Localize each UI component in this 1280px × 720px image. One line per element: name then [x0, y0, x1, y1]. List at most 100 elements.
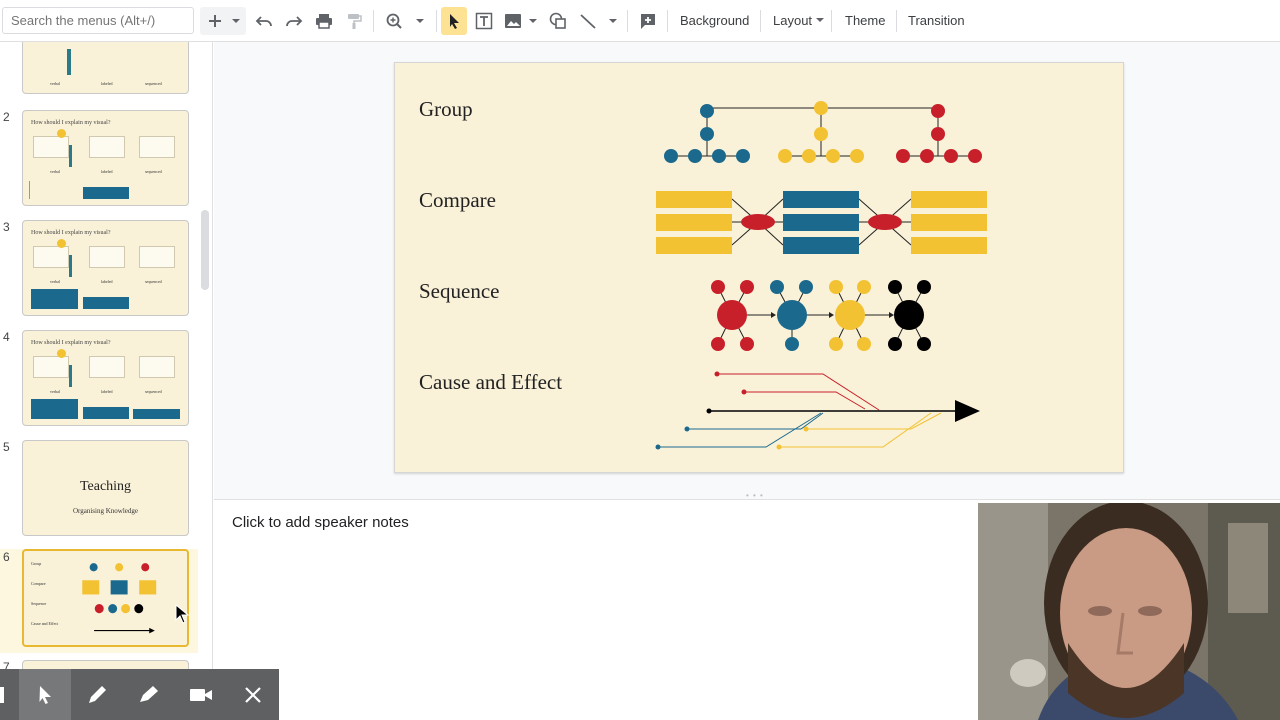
pen-icon	[89, 685, 106, 703]
layout-button[interactable]: Layout	[773, 13, 825, 28]
thumb-title: How should I explain my visual?	[31, 340, 111, 346]
text-box-icon	[475, 12, 493, 30]
webcam-overlay	[978, 503, 1280, 720]
speaker-notes-field[interactable]: Click to add speaker notes	[232, 514, 409, 531]
text-box-button[interactable]	[472, 7, 496, 35]
slide-number: 6	[3, 550, 10, 564]
line-button[interactable]	[577, 7, 621, 35]
thumb-caption: sequenced	[145, 279, 162, 284]
thumb-caption: labeled	[101, 279, 113, 284]
slide-thumbnail-1[interactable]: verbal labeled sequenced	[22, 42, 189, 94]
print-button[interactable]	[312, 7, 336, 35]
drag-handle-icon: • • •	[746, 491, 764, 500]
thumb-chart	[89, 136, 125, 158]
thumb-chart	[139, 356, 175, 378]
thumb-diagram	[82, 563, 157, 634]
thumb-caption: sequenced	[145, 389, 162, 394]
cursor-arrow-icon	[450, 14, 459, 29]
thumb-bar	[31, 289, 78, 309]
slide-thumbnail-5[interactable]: Teaching Organising Knowledge	[22, 440, 189, 536]
speaker-notes-panel[interactable]: Click to add speaker notes	[214, 500, 978, 720]
redo-icon	[286, 16, 303, 27]
paint-format-button[interactable]	[342, 7, 366, 35]
select-tool-button[interactable]	[441, 7, 467, 35]
toolbar-divider	[627, 10, 628, 32]
slide-thumbnail-4[interactable]: How should I explain my visual? verbal l…	[22, 330, 189, 426]
thumb-figure	[69, 365, 72, 387]
theme-button[interactable]: Theme	[845, 13, 885, 28]
pen-tool-button[interactable]	[71, 669, 123, 720]
pointer-icon	[39, 685, 51, 704]
thumb-figure	[69, 255, 72, 277]
filmstrip-scrollbar[interactable]	[201, 210, 209, 290]
layout-label: Layout	[773, 13, 813, 28]
notes-resize-handle[interactable]: • • •	[214, 490, 1280, 500]
thumb-caption: sequenced	[145, 81, 162, 86]
add-comment-button[interactable]	[636, 7, 660, 35]
toolbar: Background Layout Theme Transition	[0, 0, 1280, 42]
thumb-caption: verbal	[50, 279, 60, 284]
paint-roller-icon	[348, 14, 362, 29]
plus-icon	[209, 15, 240, 27]
highlighter-tool-button[interactable]	[123, 669, 175, 720]
thumb-bar	[133, 409, 180, 419]
thumb-bar	[83, 187, 129, 199]
pointer-tool-button[interactable]	[19, 669, 71, 720]
annotation-toolbar	[0, 669, 279, 720]
sequence-diagram[interactable]	[711, 280, 931, 351]
thumb-caption: verbal	[50, 81, 60, 86]
slide-number: 5	[3, 440, 10, 454]
toolbar-divider	[896, 10, 897, 32]
zoom-button[interactable]	[383, 7, 429, 35]
thumb-bar	[83, 407, 129, 419]
thumb-caption: labeled	[101, 389, 113, 394]
slide-number: 4	[3, 330, 10, 344]
slide-canvas[interactable]: Group Compare Sequence Cause and Effect	[394, 62, 1124, 473]
slide-number: 3	[3, 220, 10, 234]
thumb-title: How should I explain my visual?	[31, 230, 111, 236]
thumb-speech-bubble	[57, 349, 66, 358]
slide-diagrams	[655, 101, 987, 450]
zoom-icon	[386, 13, 424, 29]
slide-thumbnail-3[interactable]: How should I explain my visual? verbal l…	[22, 220, 189, 316]
toolbar-divider	[760, 10, 761, 32]
camera-toggle-button[interactable]	[175, 669, 227, 720]
thumb-figure	[69, 145, 72, 167]
thumb-chart	[139, 136, 175, 158]
redo-button[interactable]	[282, 7, 306, 35]
compare-diagram[interactable]	[656, 191, 987, 254]
cause-effect-diagram[interactable]	[655, 371, 981, 450]
new-slide-button[interactable]	[200, 7, 246, 35]
shape-button[interactable]	[546, 7, 570, 35]
thumb-caption: labeled	[101, 169, 113, 174]
toolbar-divider	[373, 10, 374, 32]
image-icon	[505, 14, 537, 28]
add-comment-icon	[641, 14, 655, 29]
group-diagram[interactable]	[664, 101, 982, 163]
thumb-chart	[139, 246, 175, 268]
thumb-caption: sequenced	[145, 169, 162, 174]
thumb-group-mini	[89, 563, 150, 572]
close-icon	[245, 686, 261, 703]
toolbar-grip-icon	[0, 687, 4, 703]
slide-thumbnail-2[interactable]: How should I explain my visual? verbal l…	[22, 110, 189, 206]
background-button[interactable]: Background	[680, 13, 749, 28]
presenter-video	[978, 503, 1280, 720]
undo-button[interactable]	[252, 7, 276, 35]
transition-button[interactable]: Transition	[908, 13, 965, 28]
thumb-chart	[33, 356, 69, 378]
highlighter-icon	[140, 685, 158, 702]
thumb-speech-bubble	[57, 239, 66, 248]
thumb-chart	[33, 136, 69, 158]
shape-icon	[549, 12, 566, 29]
mouse-cursor-icon	[175, 604, 189, 624]
print-icon	[316, 14, 332, 29]
menu-search-input[interactable]	[2, 7, 194, 34]
thumb-chart	[89, 356, 125, 378]
close-toolbar-button[interactable]	[227, 669, 279, 720]
thumb-chart	[89, 246, 125, 268]
slide-thumbnail-6[interactable]: Group Compare Sequence Cause and Effect	[22, 549, 189, 647]
thumb-subtitle: Organising Knowledge	[73, 507, 138, 515]
insert-image-button[interactable]	[502, 7, 540, 35]
thumb-caption: verbal	[50, 169, 60, 174]
